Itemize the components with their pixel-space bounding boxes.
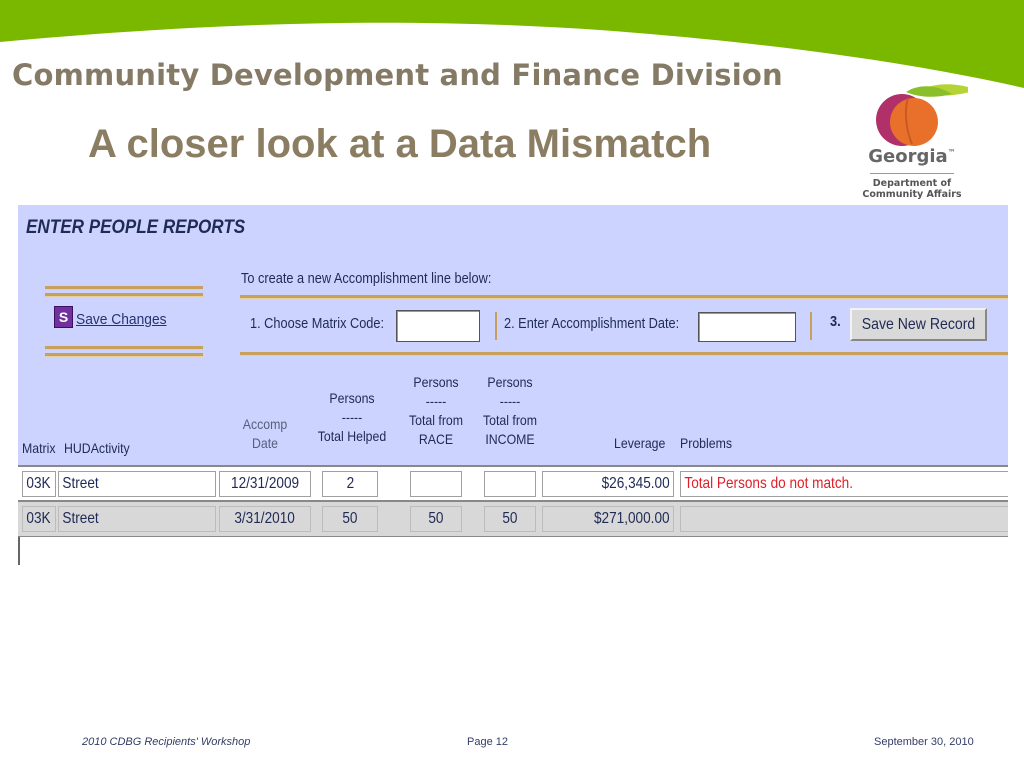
cell-text: 3/31/2010 — [234, 510, 296, 527]
save-new-record-label: Save New Record — [861, 316, 976, 333]
peach-icon — [876, 84, 968, 146]
logo-trademark: ™ — [947, 148, 956, 157]
footer-date: September 30, 2010 — [874, 736, 974, 748]
col-header-line: Total from — [408, 412, 464, 428]
income-cell[interactable] — [484, 471, 536, 497]
georgia-dca-logo: Georgia™ Department of Community Affairs — [856, 80, 968, 205]
helped-cell[interactable]: 50 — [322, 506, 378, 532]
col-header-line: Persons — [487, 374, 533, 390]
col-header-line: ----- — [341, 409, 363, 425]
col-header-accomp-date: Accomp Date — [234, 415, 296, 453]
slide-title: A closer look at a Data Mismatch — [88, 122, 712, 166]
cell-text: 50 — [342, 510, 358, 527]
cell-text: $271,000.00 — [593, 510, 670, 527]
cell-text: 2 — [346, 475, 354, 492]
col-header-problems: Problems — [680, 435, 733, 451]
gold-rule — [45, 293, 203, 297]
logo-state-name: Georgia — [868, 146, 948, 167]
save-new-record-button[interactable]: Save New Record — [850, 308, 987, 341]
col-header-line: Accomp — [242, 416, 288, 432]
form-lower-area — [18, 537, 1008, 565]
cell-text: Street — [62, 475, 99, 492]
activity-cell[interactable]: Street — [58, 506, 216, 532]
helped-cell[interactable]: 2 — [322, 471, 378, 497]
problem-cell — [680, 506, 1008, 532]
col-header-line: INCOME — [485, 431, 535, 447]
step1-label: 1. Choose Matrix Code: — [250, 316, 385, 332]
save-icon[interactable]: S — [54, 306, 73, 328]
division-heading: Community Development and Finance Divisi… — [12, 58, 783, 92]
col-header-line: Date — [251, 435, 279, 451]
leverage-cell[interactable]: $26,345.00 — [542, 471, 674, 497]
problem-text: Total Persons do not match. — [684, 475, 853, 492]
cell-text: 50 — [428, 510, 444, 527]
cell-text: 03K — [26, 510, 51, 527]
gold-rule — [240, 352, 1008, 356]
income-cell[interactable]: 50 — [484, 506, 536, 532]
matrix-cell[interactable]: 03K — [22, 506, 56, 532]
gold-rule — [240, 295, 1008, 299]
cell-text: 03K — [26, 475, 51, 492]
col-header-line: RACE — [418, 431, 454, 447]
form-panel: ENTER PEOPLE REPORTS S Save Changes To c… — [18, 205, 1008, 465]
matrix-cell[interactable]: 03K — [22, 471, 56, 497]
col-header-line: ----- — [499, 393, 521, 409]
form-title: ENTER PEOPLE REPORTS — [26, 217, 246, 238]
logo-dept-line1: Department of — [872, 178, 952, 189]
activity-cell[interactable]: Street — [58, 471, 216, 497]
col-header-line: Persons — [413, 374, 459, 390]
table-row: 03K Street 3/31/2010 50 50 50 $271,000.0… — [18, 500, 1008, 538]
save-changes-link[interactable]: Save Changes — [76, 311, 167, 328]
col-header-total-helped: Persons ----- Total Helped — [313, 389, 390, 446]
step3-label: 3. — [830, 314, 841, 330]
footer-event: 2010 CDBG Recipients' Workshop — [82, 736, 251, 748]
gold-rule — [45, 286, 203, 290]
col-header-race: Persons ----- Total from RACE — [404, 373, 467, 449]
step2-label: 2. Enter Accomplishment Date: — [504, 316, 680, 332]
col-header-income: Persons ----- Total from INCOME — [478, 373, 541, 449]
instruction-text: To create a new Accomplishment line belo… — [241, 271, 492, 287]
cell-text: 12/31/2009 — [230, 475, 300, 492]
date-cell[interactable]: 3/31/2010 — [219, 506, 311, 532]
col-header-line: Total from — [482, 412, 538, 428]
gold-rule — [45, 346, 203, 350]
gold-rule — [45, 353, 203, 357]
col-header-line: Total Helped — [317, 428, 387, 444]
matrix-code-input[interactable] — [396, 310, 480, 342]
accomplishment-date-input[interactable] — [698, 312, 796, 342]
col-header-line: ----- — [425, 393, 447, 409]
step-separator — [810, 312, 812, 340]
race-cell[interactable] — [410, 471, 462, 497]
col-header-matrix: Matrix — [22, 440, 56, 456]
cell-text: 50 — [502, 510, 518, 527]
problem-cell: Total Persons do not match. — [680, 471, 1008, 497]
cell-text: Street — [62, 510, 99, 527]
logo-divider — [870, 173, 954, 174]
step-separator — [495, 312, 497, 340]
logo-dept-line2: Community Affairs — [862, 189, 962, 200]
table-row: 03K Street 12/31/2009 2 $26,345.00 Total… — [18, 465, 1008, 501]
cell-text: $26,345.00 — [601, 475, 670, 492]
date-cell[interactable]: 12/31/2009 — [219, 471, 311, 497]
race-cell[interactable]: 50 — [410, 506, 462, 532]
footer-page-number: Page 12 — [467, 736, 508, 748]
col-header-leverage: Leverage — [614, 435, 666, 451]
col-header-line: Persons — [329, 390, 375, 406]
col-header-activity: HUDActivity — [64, 440, 130, 456]
leverage-cell[interactable]: $271,000.00 — [542, 506, 674, 532]
form-screenshot: ENTER PEOPLE REPORTS S Save Changes To c… — [18, 205, 1008, 565]
